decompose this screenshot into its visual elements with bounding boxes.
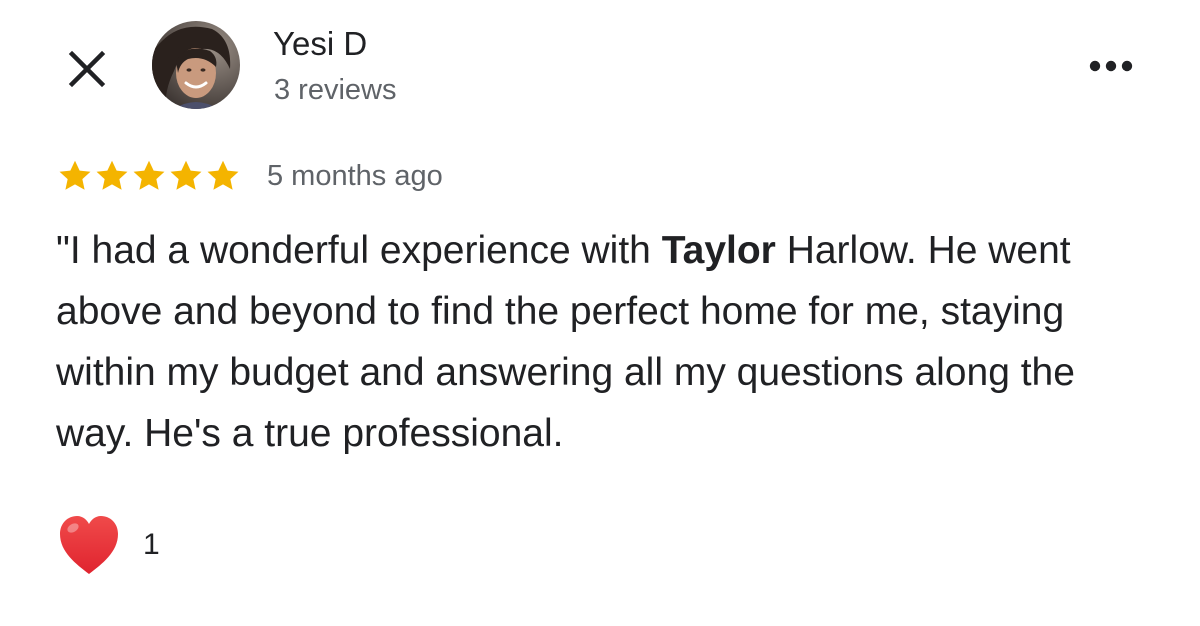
star-icon xyxy=(96,160,128,190)
more-options-button[interactable] xyxy=(1085,48,1137,84)
reaction-count: 1 xyxy=(143,528,160,561)
star-rating xyxy=(56,158,241,194)
heart-icon xyxy=(60,516,118,574)
close-button[interactable] xyxy=(58,40,116,98)
reaction-button[interactable]: 1 xyxy=(56,514,160,576)
more-options-icon xyxy=(1089,60,1133,72)
reviewer-review-count: 3 reviews xyxy=(274,74,397,106)
avatar[interactable] xyxy=(152,21,240,109)
star-icon xyxy=(133,160,165,190)
close-icon xyxy=(68,50,106,88)
star-icon xyxy=(170,160,202,190)
review-date: 5 months ago xyxy=(267,160,443,192)
review-text-highlight: Taylor xyxy=(661,229,776,272)
rating-row: 5 months ago xyxy=(56,154,443,198)
reviewer-photo xyxy=(152,21,240,109)
star-icon xyxy=(207,160,239,190)
review-text: "I had a wonderful experience with Taylo… xyxy=(56,220,1156,464)
reviewer-name[interactable]: Yesi D xyxy=(273,24,367,64)
review-text-part-1: "I had a wonderful experience with xyxy=(56,229,662,272)
star-icon xyxy=(59,160,91,190)
